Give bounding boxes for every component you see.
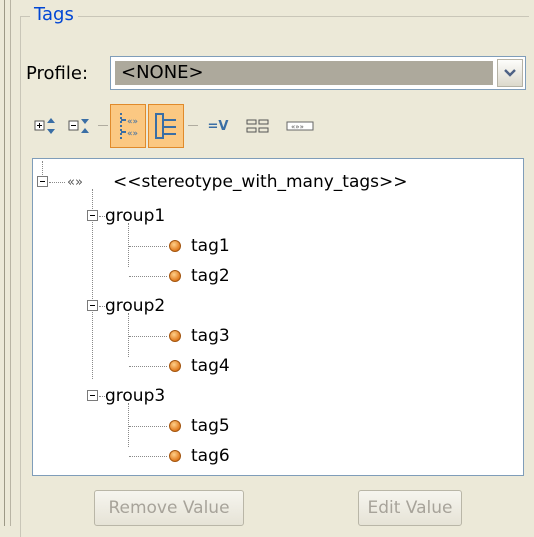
collapse-all-icon xyxy=(68,119,89,133)
tags-tree[interactable]: «» <<stereotype_with_many_tags>> group1 … xyxy=(32,158,524,476)
remove-value-button[interactable]: Remove Value xyxy=(94,490,244,526)
show-values-icon: =V xyxy=(207,118,229,134)
show-stereotypes-icon: «» «» xyxy=(120,113,138,139)
tag-label: tag3 xyxy=(191,326,230,346)
profile-label: Profile: xyxy=(26,63,89,84)
tag-icon xyxy=(169,240,181,252)
tag-label: tag5 xyxy=(191,416,230,436)
tag-label: tag6 xyxy=(191,446,230,466)
group-label: group2 xyxy=(105,296,166,316)
compact-view-icon: «»» xyxy=(286,121,314,131)
profile-selected-value: <NONE> xyxy=(115,61,493,85)
tag-icon xyxy=(169,330,181,342)
group-label: group3 xyxy=(105,386,166,406)
tag-icon xyxy=(169,360,181,372)
chevron-down-icon xyxy=(504,69,516,77)
tag-label: tag4 xyxy=(191,356,230,376)
tag-label: tag1 xyxy=(191,236,230,256)
svg-text:«»: «» xyxy=(127,117,138,127)
show-stereotypes-toggle[interactable]: «» «» xyxy=(110,104,146,148)
group-view-toggle[interactable] xyxy=(148,104,184,148)
svg-text:«»»: «»» xyxy=(291,123,304,131)
svg-text:«»: «» xyxy=(127,129,138,139)
tags-toolbar: «» «» =V «»» xyxy=(30,104,510,148)
window-edge xyxy=(0,0,11,526)
show-values-button[interactable]: =V xyxy=(202,104,234,148)
tree-root-label: <<stereotype_with_many_tags>> xyxy=(113,172,408,192)
expand-all-button[interactable] xyxy=(30,104,62,148)
collapse-icon[interactable] xyxy=(87,210,98,221)
expand-all-icon xyxy=(34,118,55,134)
compact-view-button[interactable]: «»» xyxy=(282,104,318,148)
collapse-icon[interactable] xyxy=(87,390,98,401)
dropdown-arrow-button[interactable] xyxy=(497,59,523,87)
group-label: group1 xyxy=(105,206,166,226)
stereotype-icon: «» xyxy=(67,174,83,190)
collapse-icon[interactable] xyxy=(87,300,98,311)
collapse-icon[interactable] xyxy=(37,176,48,187)
tags-group-title: Tags xyxy=(30,4,78,26)
tag-icon xyxy=(169,450,181,462)
list-view-button[interactable] xyxy=(242,104,274,148)
collapse-all-button[interactable] xyxy=(64,104,96,148)
list-view-icon xyxy=(246,119,269,133)
tag-icon xyxy=(169,420,181,432)
group-view-icon xyxy=(155,113,176,139)
tag-label: tag2 xyxy=(191,266,230,286)
edit-value-button[interactable]: Edit Value xyxy=(358,490,462,526)
profile-dropdown[interactable]: <NONE> xyxy=(110,56,526,90)
tag-icon xyxy=(169,270,181,282)
